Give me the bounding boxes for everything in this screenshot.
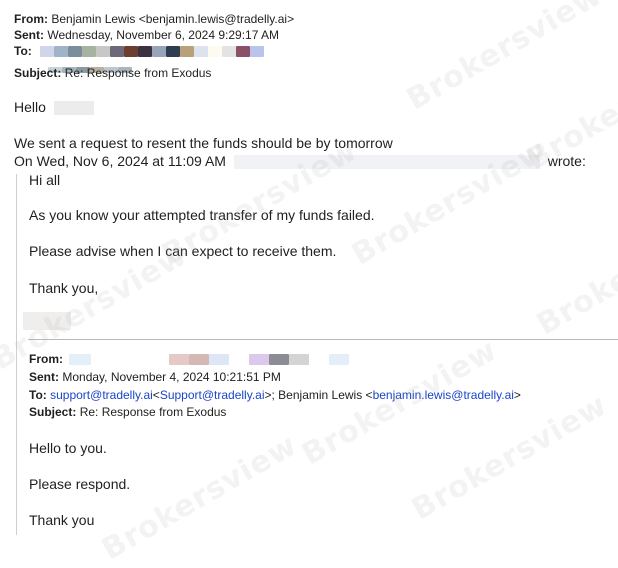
quoted-line-1: As you know your attempted transfer of m… bbox=[29, 207, 375, 223]
from-value: Benjamin Lewis <benjamin.lewis@tradelly.… bbox=[51, 12, 295, 26]
sent-value: Wednesday, November 6, 2024 9:29:17 AM bbox=[47, 28, 280, 42]
quoted-from-redacted bbox=[69, 354, 350, 366]
quoted-sent-line: Sent: Monday, November 4, 2024 10:21:51 … bbox=[29, 369, 281, 385]
greeting-line: Hello bbox=[14, 99, 94, 116]
watermark-text: Brokersview bbox=[530, 202, 618, 343]
to-redacted bbox=[40, 46, 265, 58]
watermark-text: Brokersview bbox=[400, 0, 609, 118]
quoted-closing: Thank you, bbox=[29, 280, 99, 296]
quoted-subject-label: Subject: bbox=[29, 405, 77, 419]
quote-bar bbox=[16, 174, 17, 535]
quoted-from-label: From: bbox=[29, 352, 63, 366]
quoted-sent-value: Monday, November 4, 2024 10:21:51 PM bbox=[62, 370, 281, 384]
quoted-greeting: Hi all bbox=[29, 172, 61, 188]
redacted-signature bbox=[23, 312, 71, 330]
quote-intro-line: On Wed, Nov 6, 2024 at 11:09 AM wrote: bbox=[14, 153, 586, 170]
sent-line: Sent: Wednesday, November 6, 2024 9:29:1… bbox=[14, 27, 279, 43]
subject-label: Subject: bbox=[14, 66, 62, 80]
subject-line: Subject: Re: Response from Exodus bbox=[14, 65, 211, 81]
quoted-subject-value: Re: Response from Exodus bbox=[79, 405, 227, 419]
benjamin-email-link[interactable]: benjamin.lewis@tradelly.ai bbox=[373, 388, 514, 402]
subject-value: Re: Response from Exodus bbox=[64, 66, 212, 80]
quoted-sent-label: Sent: bbox=[29, 370, 59, 384]
to-text-3: > bbox=[513, 388, 521, 402]
reply-line-1: We sent a request to resent the funds sh… bbox=[14, 135, 393, 151]
quote-wrote: wrote: bbox=[547, 153, 586, 169]
sent-label: Sent: bbox=[14, 28, 44, 42]
quoted-to-line: To: support@tradelly.ai<Support@tradelly… bbox=[29, 387, 521, 403]
to-text-1: < bbox=[152, 388, 160, 402]
watermark-text: Brokersview bbox=[405, 387, 614, 528]
quoted-subject-line: Subject: Re: Response from Exodus bbox=[29, 404, 226, 420]
quote-intro: On Wed, Nov 6, 2024 at 11:09 AM bbox=[14, 153, 226, 169]
from-line: From: Benjamin Lewis <benjamin.lewis@tra… bbox=[14, 11, 294, 27]
separator-line bbox=[28, 339, 618, 340]
redacted-sender bbox=[233, 155, 540, 170]
quoted2-line-3: Thank you bbox=[29, 512, 95, 528]
redacted-name bbox=[53, 101, 94, 116]
quoted2-line-2: Please respond. bbox=[29, 476, 131, 492]
quoted-from-line: From: bbox=[29, 351, 350, 367]
greeting-text: Hello bbox=[14, 99, 46, 115]
quoted-to-label: To: bbox=[29, 388, 47, 402]
to-text-2: >; Benjamin Lewis < bbox=[264, 388, 373, 402]
to-label: To: bbox=[14, 44, 32, 58]
watermark-text: Brokersview bbox=[95, 427, 304, 568]
from-label: From: bbox=[14, 12, 48, 26]
quoted-line-2: Please advise when I can expect to recei… bbox=[29, 243, 337, 259]
to-line: To: bbox=[14, 43, 265, 59]
quoted2-line-1: Hello to you. bbox=[29, 440, 107, 456]
support-email-link-2[interactable]: Support@tradelly.ai bbox=[160, 388, 265, 402]
support-email-link[interactable]: support@tradelly.ai bbox=[50, 388, 153, 402]
